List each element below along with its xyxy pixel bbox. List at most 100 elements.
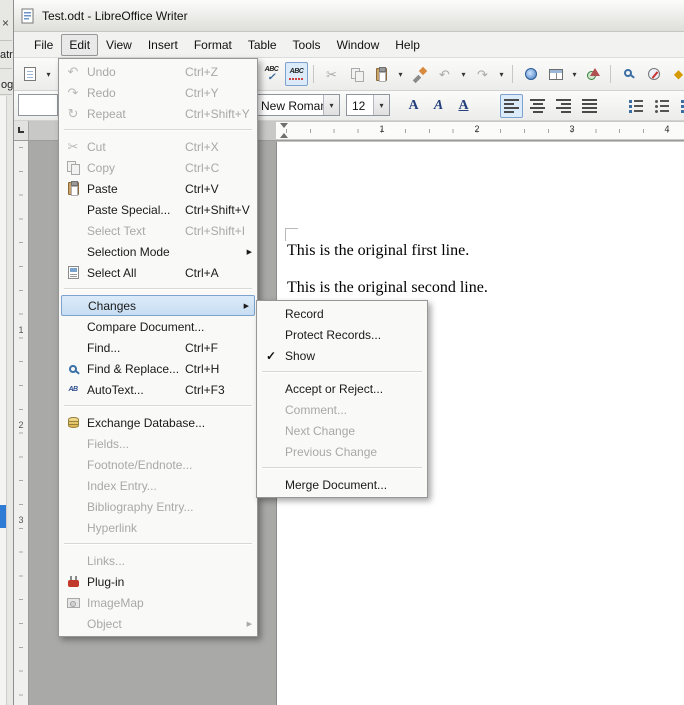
underline-button[interactable]: A	[452, 94, 475, 118]
first-line-indent-marker[interactable]	[280, 123, 288, 128]
italic-button[interactable]: A	[427, 94, 450, 118]
bold-button[interactable]: A	[402, 94, 425, 118]
menu-item-redo[interactable]: ↷ Redo Ctrl+Y	[59, 82, 257, 103]
background-text-fragment: atr	[0, 49, 13, 61]
spelling-button[interactable]: ABC ✓	[260, 62, 283, 86]
menu-view[interactable]: View	[98, 34, 140, 56]
menu-item-repeat[interactable]: ↻ Repeat Ctrl+Shift+Y	[59, 103, 257, 124]
find-replace-button[interactable]	[617, 62, 640, 86]
menu-item-plug-in[interactable]: Plug-in	[59, 571, 257, 592]
paste-button[interactable]	[370, 62, 393, 86]
undo-dropdown[interactable]: ▾	[458, 62, 469, 86]
table-button[interactable]	[544, 62, 567, 86]
gallery-icon: ◆	[673, 67, 684, 81]
numbering-icon	[629, 100, 643, 113]
decrease-indent-button[interactable]	[676, 94, 684, 118]
format-paintbrush-button[interactable]	[408, 62, 431, 86]
submenu-item-next-change[interactable]: Next Change	[257, 420, 427, 441]
menu-help[interactable]: Help	[387, 34, 428, 56]
align-center-button[interactable]	[526, 94, 549, 118]
menu-item-hyperlink[interactable]: Hyperlink	[59, 517, 257, 538]
menu-item-object[interactable]: Object ▶	[59, 613, 257, 634]
copy-icon	[62, 159, 84, 176]
submenu-item-previous-change[interactable]: Previous Change	[257, 441, 427, 462]
align-left-button[interactable]	[500, 94, 523, 118]
submenu-item-merge-document[interactable]: Merge Document...	[257, 474, 427, 495]
align-right-button[interactable]	[552, 94, 575, 118]
menu-item-paste[interactable]: Paste Ctrl+V	[59, 178, 257, 199]
menu-item-index-entry[interactable]: Index Entry...	[59, 475, 257, 496]
ruler-number: 2	[474, 124, 480, 134]
tab-left-icon	[18, 127, 24, 133]
numbering-button[interactable]	[624, 94, 647, 118]
menu-file[interactable]: File	[26, 34, 61, 56]
menu-item-exchange-database[interactable]: Exchange Database...	[59, 412, 257, 433]
menu-item-links[interactable]: Links...	[59, 550, 257, 571]
table-dropdown[interactable]: ▾	[569, 62, 580, 86]
ruler-number: 4	[664, 124, 670, 134]
redo-dropdown[interactable]: ▾	[496, 62, 507, 86]
menu-item-cut[interactable]: ✂ Cut Ctrl+X	[59, 136, 257, 157]
menu-item-fields[interactable]: Fields...	[59, 433, 257, 454]
paragraph-style-combo[interactable]	[18, 94, 58, 116]
menu-item-autotext[interactable]: AB AutoText... Ctrl+F3	[59, 379, 257, 400]
menu-item-compare-document[interactable]: Compare Document...	[59, 316, 257, 337]
menu-table[interactable]: Table	[240, 34, 285, 56]
submenu-item-accept-or-reject[interactable]: Accept or Reject...	[257, 378, 427, 399]
titlebar[interactable]: Test.odt - LibreOffice Writer	[14, 0, 684, 32]
menu-format[interactable]: Format	[186, 34, 240, 56]
navigator-button[interactable]	[642, 62, 665, 86]
submenu-arrow-icon: ▶	[243, 302, 249, 310]
menu-item-changes[interactable]: Changes ▶	[61, 295, 255, 316]
vertical-ruler[interactable]: 1 2 3	[14, 141, 29, 705]
menu-edit[interactable]: Edit	[61, 33, 99, 56]
menu-tools[interactable]: Tools	[285, 34, 329, 56]
menu-item-find[interactable]: Find... Ctrl+F	[59, 337, 257, 358]
paste-dropdown[interactable]: ▾	[395, 62, 406, 86]
select-all-icon	[62, 264, 84, 281]
submenu-item-record[interactable]: Record	[257, 303, 427, 324]
menu-item-footnote-endnote[interactable]: Footnote/Endnote...	[59, 454, 257, 475]
font-name-dropdown[interactable]: ▾	[323, 95, 339, 115]
menu-item-select-all[interactable]: Select All Ctrl+A	[59, 262, 257, 283]
menu-item-bibliography-entry[interactable]: Bibliography Entry...	[59, 496, 257, 517]
draw-functions-button[interactable]	[582, 62, 605, 86]
window-title: Test.odt - LibreOffice Writer	[42, 9, 188, 23]
menu-separator	[59, 283, 257, 295]
menu-insert[interactable]: Insert	[140, 34, 186, 56]
cut-button[interactable]: ✂	[320, 62, 343, 86]
new-document-dropdown[interactable]: ▾	[43, 62, 54, 86]
toolbar-separator	[509, 62, 517, 86]
submenu-item-comment[interactable]: Comment...	[257, 399, 427, 420]
new-document-button[interactable]	[18, 62, 41, 86]
hyperlink-button[interactable]	[519, 62, 542, 86]
spellcheck-icon: ABC ✓	[264, 66, 279, 83]
left-indent-marker[interactable]	[280, 133, 288, 138]
bullets-button[interactable]	[650, 94, 673, 118]
justify-button[interactable]	[578, 94, 601, 118]
undo-button[interactable]: ↶	[433, 62, 456, 86]
menu-item-selection-mode[interactable]: Selection Mode ▶	[59, 241, 257, 262]
font-size-dropdown[interactable]: ▾	[373, 95, 389, 115]
menu-item-select-text[interactable]: Select Text Ctrl+Shift+I	[59, 220, 257, 241]
repeat-icon: ↻	[67, 106, 79, 121]
gallery-button[interactable]: ◆	[667, 62, 684, 86]
submenu-item-protect-records[interactable]: Protect Records...	[257, 324, 427, 345]
menu-item-copy[interactable]: Copy Ctrl+C	[59, 157, 257, 178]
background-close-icon[interactable]: ×	[2, 16, 9, 30]
autotext-icon: AB	[68, 386, 78, 393]
menu-item-imagemap[interactable]: ImageMap	[59, 592, 257, 613]
menu-window[interactable]: Window	[329, 34, 388, 56]
font-size-combo[interactable]: 12 ▾	[346, 94, 390, 116]
align-right-icon	[556, 99, 571, 113]
ruler-number: 2	[18, 420, 24, 430]
submenu-item-show[interactable]: ✓ Show	[257, 345, 427, 366]
menu-item-undo[interactable]: ↶ Undo Ctrl+Z	[59, 61, 257, 82]
tab-stop-selector[interactable]	[14, 121, 29, 141]
autospellcheck-button[interactable]: ABC	[285, 62, 308, 86]
redo-button[interactable]: ↷	[471, 62, 494, 86]
paintbrush-icon	[413, 68, 426, 81]
menu-item-find-replace[interactable]: Find & Replace... Ctrl+H	[59, 358, 257, 379]
menu-item-paste-special[interactable]: Paste Special... Ctrl+Shift+V	[59, 199, 257, 220]
copy-button[interactable]	[345, 62, 368, 86]
